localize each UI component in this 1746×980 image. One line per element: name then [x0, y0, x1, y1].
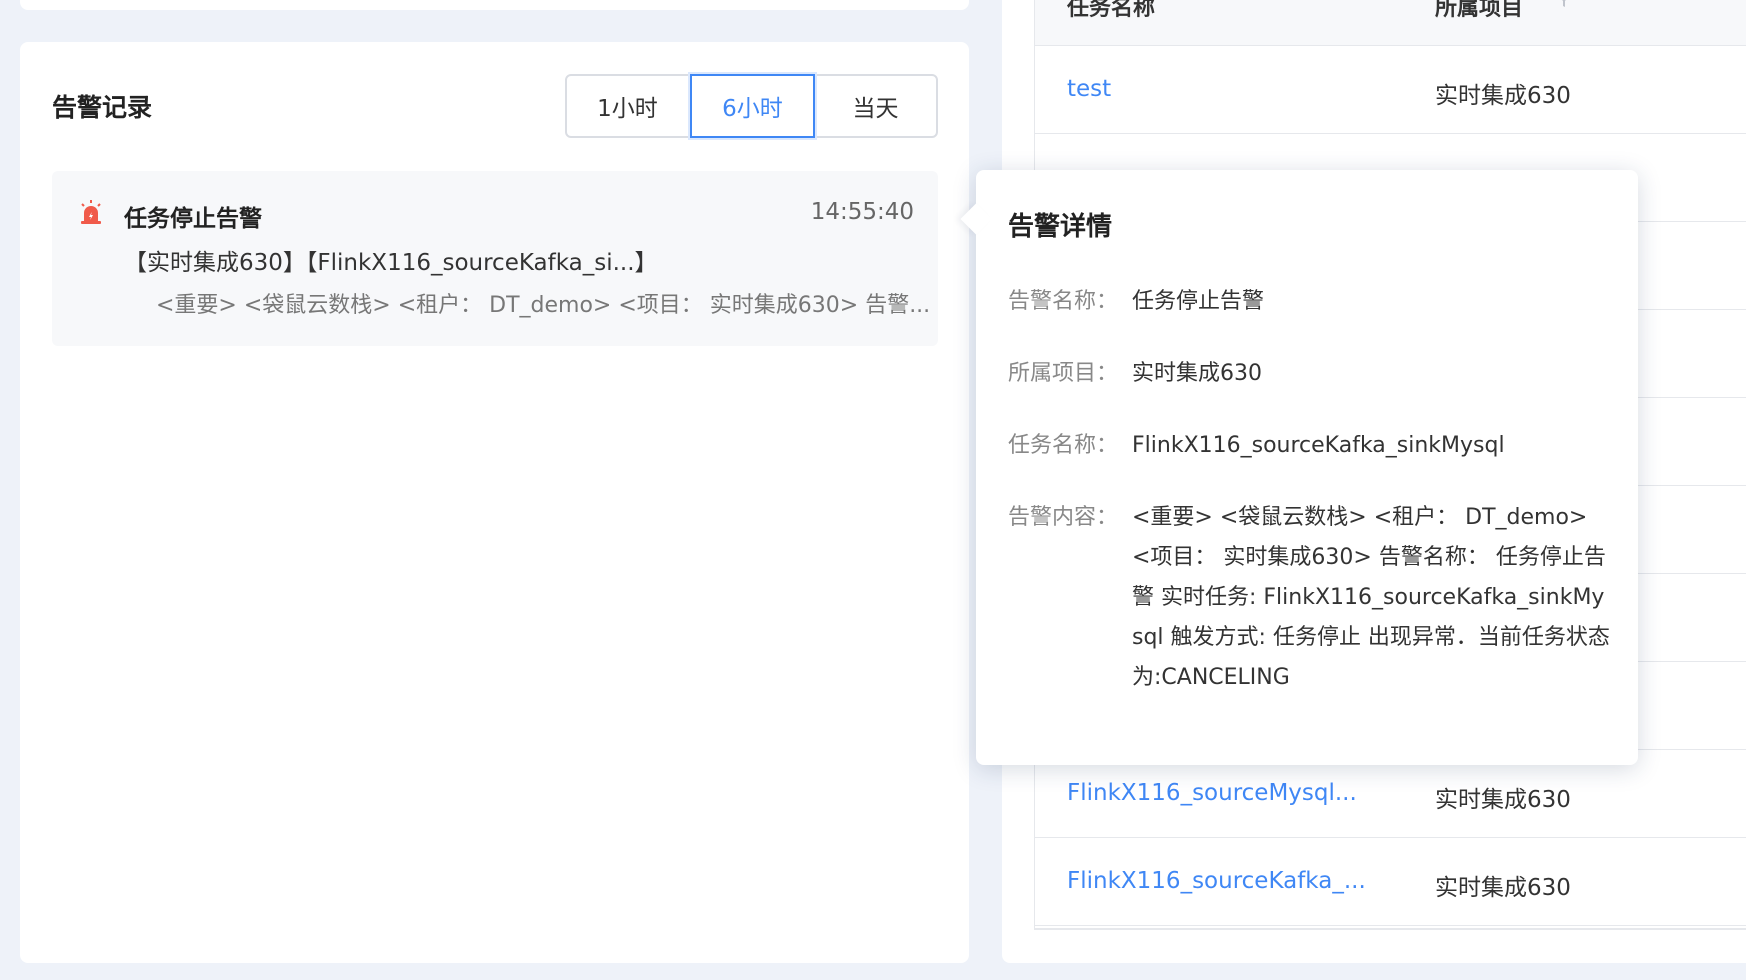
- detail-label: 告警名称：: [1008, 289, 1119, 314]
- detail-value: <重要> <袋鼠云数栈> <租户： DT_demo> <项目： 实时集成630>…: [1132, 505, 1610, 690]
- detail-value: FlinkX116_sourceKafka_sinkMysql: [1132, 433, 1505, 458]
- detail-label: 告警内容：: [1008, 505, 1119, 530]
- top-panel-edge: [20, 0, 969, 10]
- time-range-selector: 1小时 6小时 当天: [565, 74, 938, 138]
- detail-row-alert-name: 告警名称： 任务停止告警: [1008, 282, 1612, 322]
- task-project: 实时集成630: [1435, 83, 1571, 109]
- task-project: 实时集成630: [1435, 875, 1571, 901]
- filter-today[interactable]: 当天: [815, 76, 936, 136]
- alert-detail-popover: 告警详情 告警名称： 任务停止告警 所属项目： 实时集成630 任务名称： Fl…: [960, 170, 1638, 765]
- detail-value: 实时集成630: [1132, 361, 1262, 386]
- panel-title: 告警记录: [52, 93, 153, 122]
- alert-title: 任务停止告警: [124, 206, 262, 232]
- header-task-name: 任务名称: [1067, 0, 1156, 21]
- alert-summary: <重要> <袋鼠云数栈> <租户： DT_demo> <项目： 实时集成630>…: [156, 293, 931, 318]
- task-link[interactable]: FlinkX116_sourceMysql...: [1067, 780, 1357, 806]
- task-link[interactable]: test: [1067, 76, 1111, 102]
- filter-icon[interactable]: [1557, 0, 1571, 8]
- detail-row-task-name: 任务名称： FlinkX116_sourceKafka_sinkMysql: [1008, 426, 1612, 466]
- alert-project-task: 【实时集成630】【FlinkX116_sourceKafka_si...】: [124, 250, 658, 276]
- alert-time: 14:55:40: [810, 199, 914, 225]
- alarm-icon: [81, 200, 101, 224]
- table-row: test 实时集成630: [1035, 46, 1746, 134]
- filter-1-hour[interactable]: 1小时: [567, 76, 690, 136]
- detail-row-project: 所属项目： 实时集成630: [1008, 354, 1612, 394]
- task-project: 实时集成630: [1435, 787, 1571, 813]
- popover-title: 告警详情: [1008, 212, 1113, 242]
- alert-record-panel: 告警记录 1小时 6小时 当天 任务停止告警 14:55:40 【实时集成630…: [20, 42, 969, 963]
- alert-card[interactable]: 任务停止告警 14:55:40 【实时集成630】【FlinkX116_sour…: [52, 171, 938, 346]
- detail-label: 所属项目：: [1008, 361, 1119, 386]
- detail-row-content: 告警内容： <重要> <袋鼠云数栈> <租户： DT_demo> <项目： 实时…: [1008, 498, 1612, 698]
- detail-value: 任务停止告警: [1132, 289, 1265, 314]
- detail-label: 任务名称：: [1008, 433, 1119, 458]
- header-project: 所属项目: [1435, 0, 1524, 21]
- table-row: FlinkX116_sourceKafka_... 实时集成630: [1035, 838, 1746, 926]
- filter-6-hours[interactable]: 6小时: [690, 74, 815, 138]
- task-link[interactable]: FlinkX116_sourceKafka_...: [1067, 868, 1366, 894]
- table-header: 任务名称 所属项目: [1035, 0, 1746, 46]
